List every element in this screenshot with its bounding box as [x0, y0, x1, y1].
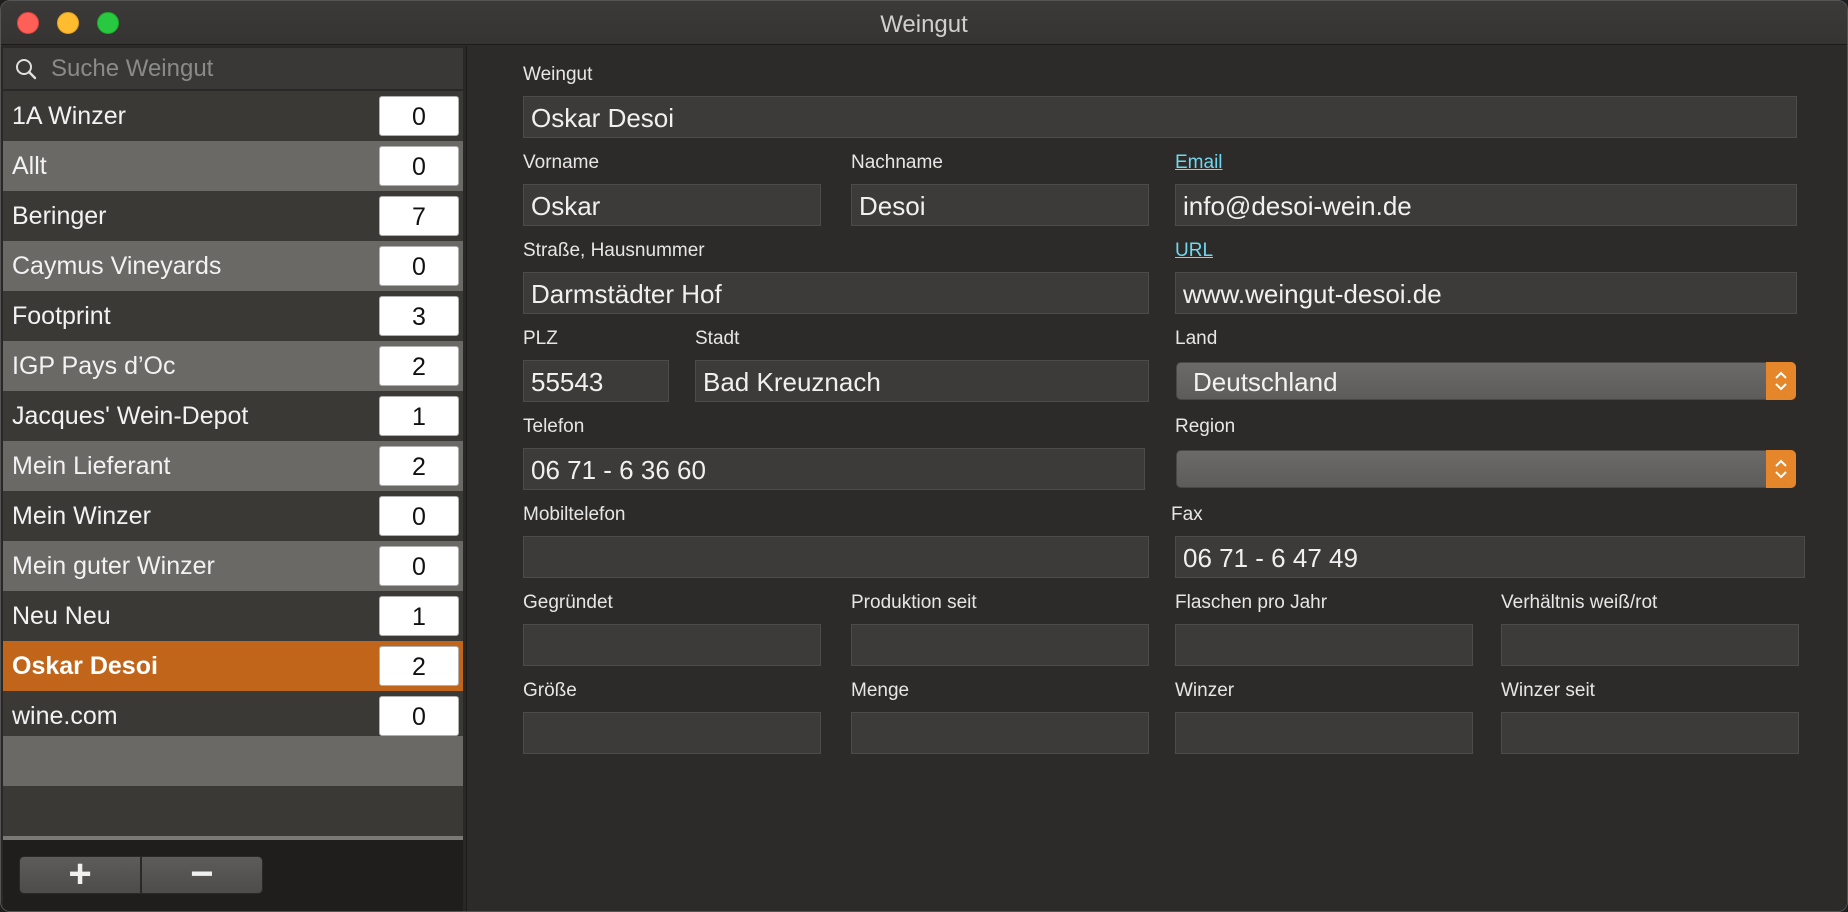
list-item[interactable]: Mein Winzer 0 [3, 491, 463, 541]
title-bar[interactable]: Weingut [1, 1, 1847, 45]
menge-label: Menge [851, 680, 910, 701]
list-item-count: 0 [379, 96, 459, 136]
winzer-seit-label: Winzer seit [1501, 680, 1595, 701]
list-item-label: Mein Lieferant [12, 452, 171, 480]
flaschen-pro-jahr-field[interactable] [1175, 624, 1473, 666]
nachname-field[interactable]: Desoi [851, 184, 1149, 226]
email-link[interactable]: Email [1175, 152, 1223, 174]
app-window: Weingut 1A Winzer 0 Allt 0 Beringer 7 Caymu… [0, 0, 1848, 912]
strasse-label: Straße, Hausnummer [523, 240, 705, 261]
list-item[interactable]: IGP Pays d’Oc 2 [3, 341, 463, 391]
verhaeltnis-field[interactable] [1501, 624, 1799, 666]
remove-winery-button[interactable]: − [141, 854, 263, 894]
list-item-selected[interactable]: Oskar Desoi 2 [3, 641, 463, 691]
region-label: Region [1175, 416, 1236, 437]
mobiltelefon-label: Mobiltelefon [523, 504, 626, 525]
list-item[interactable]: Caymus Vineyards 0 [3, 241, 463, 291]
popup-arrows-icon [1766, 450, 1796, 488]
url-link[interactable]: URL [1175, 240, 1213, 262]
stadt-label: Stadt [695, 328, 740, 349]
list-item-label: Neu Neu [12, 602, 111, 630]
list-item-label: IGP Pays d’Oc [12, 352, 176, 380]
list-item-count: 1 [379, 596, 459, 636]
gegruendet-field[interactable] [523, 624, 821, 666]
list-item[interactable]: Mein guter Winzer 0 [3, 541, 463, 591]
list-empty-row [3, 736, 463, 786]
winzer-seit-field[interactable] [1501, 712, 1799, 754]
produktion-seit-field[interactable] [851, 624, 1149, 666]
list-item-label: Mein Winzer [12, 502, 151, 530]
fax-field[interactable]: 06 71 - 6 47 49 [1175, 536, 1805, 578]
list-item-count: 0 [379, 496, 459, 536]
list-item-count: 0 [379, 146, 459, 186]
strasse-field[interactable]: Darmstädter Hof [523, 272, 1149, 314]
list-item-label: Jacques' Wein-Depot [12, 402, 249, 430]
list-item-label: Oskar Desoi [12, 652, 158, 680]
list-item[interactable]: Footprint 3 [3, 291, 463, 341]
weingut-label: Weingut [523, 64, 593, 85]
list-item-count: 0 [379, 546, 459, 586]
sidebar-footer: + − [3, 840, 463, 911]
vorname-field[interactable]: Oskar [523, 184, 821, 226]
search-bar [3, 48, 463, 90]
verhaeltnis-label: Verhältnis weiß/rot [1501, 592, 1658, 613]
plz-label: PLZ [523, 328, 558, 349]
nachname-label: Nachname [851, 152, 943, 173]
land-label: Land [1175, 328, 1218, 349]
plz-field[interactable]: 55543 [523, 360, 669, 402]
list-item-label: Footprint [12, 302, 111, 330]
list-item-label: Caymus Vineyards [12, 252, 222, 280]
mobiltelefon-field[interactable] [523, 536, 1149, 578]
land-popup-value: Deutschland [1193, 367, 1338, 397]
groesse-label: Größe [523, 680, 577, 701]
telefon-label: Telefon [523, 416, 585, 437]
fax-label: Fax [1171, 504, 1203, 525]
search-icon [16, 59, 37, 80]
menge-field[interactable] [851, 712, 1149, 754]
list-item[interactable]: Neu Neu 1 [3, 591, 463, 641]
list-item[interactable]: Mein Lieferant 2 [3, 441, 463, 491]
weingut-field[interactable]: Oskar Desoi [523, 96, 1797, 138]
list-item-label: 1A Winzer [12, 102, 126, 130]
list-item[interactable]: Beringer 7 [3, 191, 463, 241]
stadt-field[interactable]: Bad Kreuznach [695, 360, 1149, 402]
winzer-field[interactable] [1175, 712, 1473, 754]
list-empty-row [3, 786, 463, 836]
list-item-count: 1 [379, 396, 459, 436]
email-field[interactable]: info@desoi-wein.de [1175, 184, 1797, 226]
produktion-seit-label: Produktion seit [851, 592, 977, 613]
list-item-count: 7 [379, 196, 459, 236]
list-item[interactable]: 1A Winzer 0 [3, 91, 463, 141]
groesse-field[interactable] [523, 712, 821, 754]
url-field[interactable]: www.weingut-desoi.de [1175, 272, 1797, 314]
region-popup[interactable] [1176, 450, 1796, 488]
list-item-label: wine.com [12, 702, 118, 730]
winery-list: 1A Winzer 0 Allt 0 Beringer 7 Caymus Vineya… [3, 91, 463, 741]
detail-form: Weingut Oskar Desoi Vorname Oskar Nachna… [468, 46, 1847, 911]
list-item[interactable]: wine.com 0 [3, 691, 463, 741]
flaschen-pro-jahr-label: Flaschen pro Jahr [1175, 592, 1328, 613]
telefon-field[interactable]: 06 71 - 6 36 60 [523, 448, 1145, 490]
list-item-count: 0 [379, 246, 459, 286]
list-item-label: Allt [12, 152, 47, 180]
search-input[interactable] [51, 52, 451, 86]
window-title: Weingut [880, 11, 968, 38]
list-item[interactable]: Allt 0 [3, 141, 463, 191]
sidebar: 1A Winzer 0 Allt 0 Beringer 7 Caymus Vineya… [1, 46, 467, 911]
list-item-count: 3 [379, 296, 459, 336]
list-item-count: 0 [379, 696, 459, 736]
list-item-label: Beringer [12, 202, 107, 230]
list-item-count: 2 [379, 446, 459, 486]
land-popup[interactable]: Deutschland [1176, 362, 1796, 400]
list-item-count: 2 [379, 346, 459, 386]
list-item[interactable]: Jacques' Wein-Depot 1 [3, 391, 463, 441]
popup-arrows-icon [1766, 362, 1796, 400]
list-item-count: 2 [379, 646, 459, 686]
winzer-label: Winzer [1175, 680, 1235, 701]
list-item-label: Mein guter Winzer [12, 552, 215, 580]
gegruendet-label: Gegründet [523, 592, 613, 613]
add-winery-button[interactable]: + [19, 854, 141, 894]
vorname-label: Vorname [523, 152, 600, 173]
